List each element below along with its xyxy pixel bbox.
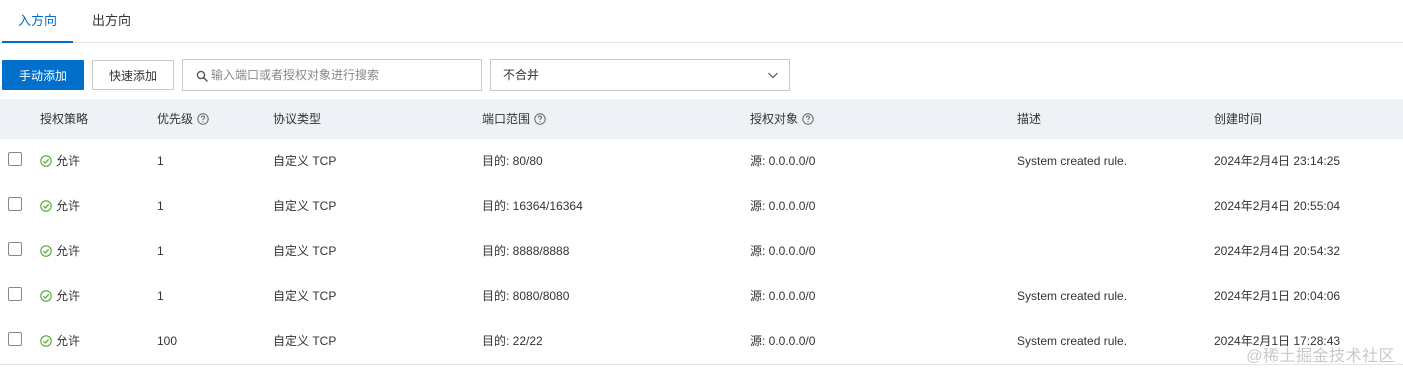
header-auth-object: 授权对象 xyxy=(750,99,814,139)
table-row: 允许 100 自定义 TCP 目的: 22/22 源: 0.0.0.0/0 Sy… xyxy=(0,319,1403,365)
header-port-range-label: 端口范围 xyxy=(482,112,531,126)
auth-object-cell: 源: 0.0.0.0/0 xyxy=(750,244,816,258)
table-header: 授权策略 优先级 协议类型 端口范围 授权对象 描述 创建时间 xyxy=(0,99,1403,140)
chevron-down-icon xyxy=(768,72,778,79)
row-checkbox[interactable] xyxy=(8,242,22,256)
auth-object-cell: 源: 0.0.0.0/0 xyxy=(750,154,816,168)
protocol-cell: 自定义 TCP xyxy=(273,334,337,348)
tab-outbound[interactable]: 出方向 xyxy=(92,0,131,42)
policy-label: 允许 xyxy=(56,289,81,303)
created-cell: 2024年2月4日 23:14:25 xyxy=(1214,154,1341,168)
table-row: 允许 1 自定义 TCP 目的: 16364/16364 源: 0.0.0.0/… xyxy=(0,184,1403,230)
created-cell: 2024年2月4日 20:54:32 xyxy=(1214,244,1341,258)
policy-label: 允许 xyxy=(56,199,81,213)
table-row: 允许 1 自定义 TCP 目的: 8888/8888 源: 0.0.0.0/0 … xyxy=(0,229,1403,275)
header-auth-object-label: 授权对象 xyxy=(750,112,799,126)
priority-cell: 100 xyxy=(157,334,178,348)
port-range-cell: 目的: 22/22 xyxy=(482,334,543,348)
row-checkbox[interactable] xyxy=(8,287,22,301)
header-created: 创建时间 xyxy=(1214,112,1263,126)
port-range-cell: 目的: 8080/8080 xyxy=(482,289,570,303)
policy-cell: 允许 xyxy=(40,139,80,184)
help-icon[interactable] xyxy=(197,113,209,125)
policy-label: 允许 xyxy=(56,334,81,348)
search-input[interactable] xyxy=(211,60,471,90)
check-circle-icon xyxy=(40,245,52,257)
check-circle-icon xyxy=(40,155,52,167)
port-range-cell: 目的: 80/80 xyxy=(482,154,543,168)
search-box xyxy=(182,59,482,91)
created-cell: 2024年2月4日 20:55:04 xyxy=(1214,199,1341,213)
policy-label: 允许 xyxy=(56,244,81,258)
row-checkbox[interactable] xyxy=(8,332,22,346)
priority-cell: 1 xyxy=(157,154,164,168)
search-icon xyxy=(196,70,208,82)
direction-tabs: 入方向 出方向 xyxy=(0,0,1403,43)
merge-select[interactable]: 不合并 xyxy=(490,59,790,91)
header-port-range: 端口范围 xyxy=(482,99,546,139)
row-checkbox[interactable] xyxy=(8,152,22,166)
check-circle-icon xyxy=(40,335,52,347)
header-policy: 授权策略 xyxy=(40,112,89,126)
auth-object-cell: 源: 0.0.0.0/0 xyxy=(750,334,816,348)
protocol-cell: 自定义 TCP xyxy=(273,244,337,258)
description-cell: System created rule. xyxy=(1017,154,1128,168)
table-row: 允许 1 自定义 TCP 目的: 80/80 源: 0.0.0.0/0 Syst… xyxy=(0,139,1403,185)
description-cell: System created rule. xyxy=(1017,289,1128,303)
add-manual-button[interactable]: 手动添加 xyxy=(2,60,84,90)
check-circle-icon xyxy=(40,290,52,302)
protocol-cell: 自定义 TCP xyxy=(273,154,337,168)
policy-cell: 允许 xyxy=(40,274,80,319)
protocol-cell: 自定义 TCP xyxy=(273,289,337,303)
watermark: @稀土掘金技术社区 xyxy=(1246,348,1395,365)
table-row: 允许 1 自定义 TCP 目的: 8080/8080 源: 0.0.0.0/0 … xyxy=(0,274,1403,320)
check-circle-icon xyxy=(40,200,52,212)
header-priority: 优先级 xyxy=(157,99,209,139)
port-range-cell: 目的: 8888/8888 xyxy=(482,244,570,258)
port-range-cell: 目的: 16364/16364 xyxy=(482,199,583,213)
header-description: 描述 xyxy=(1017,112,1042,126)
policy-cell: 允许 xyxy=(40,184,80,229)
priority-cell: 1 xyxy=(157,244,164,258)
auth-object-cell: 源: 0.0.0.0/0 xyxy=(750,289,816,303)
merge-select-value: 不合并 xyxy=(503,68,540,82)
help-icon[interactable] xyxy=(802,113,814,125)
protocol-cell: 自定义 TCP xyxy=(273,199,337,213)
priority-cell: 1 xyxy=(157,199,164,213)
quick-add-button[interactable]: 快速添加 xyxy=(92,60,174,90)
created-cell: 2024年2月1日 20:04:06 xyxy=(1214,289,1341,303)
help-icon[interactable] xyxy=(534,113,546,125)
auth-object-cell: 源: 0.0.0.0/0 xyxy=(750,199,816,213)
description-cell: System created rule. xyxy=(1017,334,1128,348)
policy-label: 允许 xyxy=(56,154,81,168)
tab-inbound[interactable]: 入方向 xyxy=(1,0,74,43)
priority-cell: 1 xyxy=(157,289,164,303)
header-priority-label: 优先级 xyxy=(157,112,194,126)
policy-cell: 允许 xyxy=(40,229,80,274)
header-protocol: 协议类型 xyxy=(273,112,322,126)
policy-cell: 允许 xyxy=(40,319,80,364)
row-checkbox[interactable] xyxy=(8,197,22,211)
